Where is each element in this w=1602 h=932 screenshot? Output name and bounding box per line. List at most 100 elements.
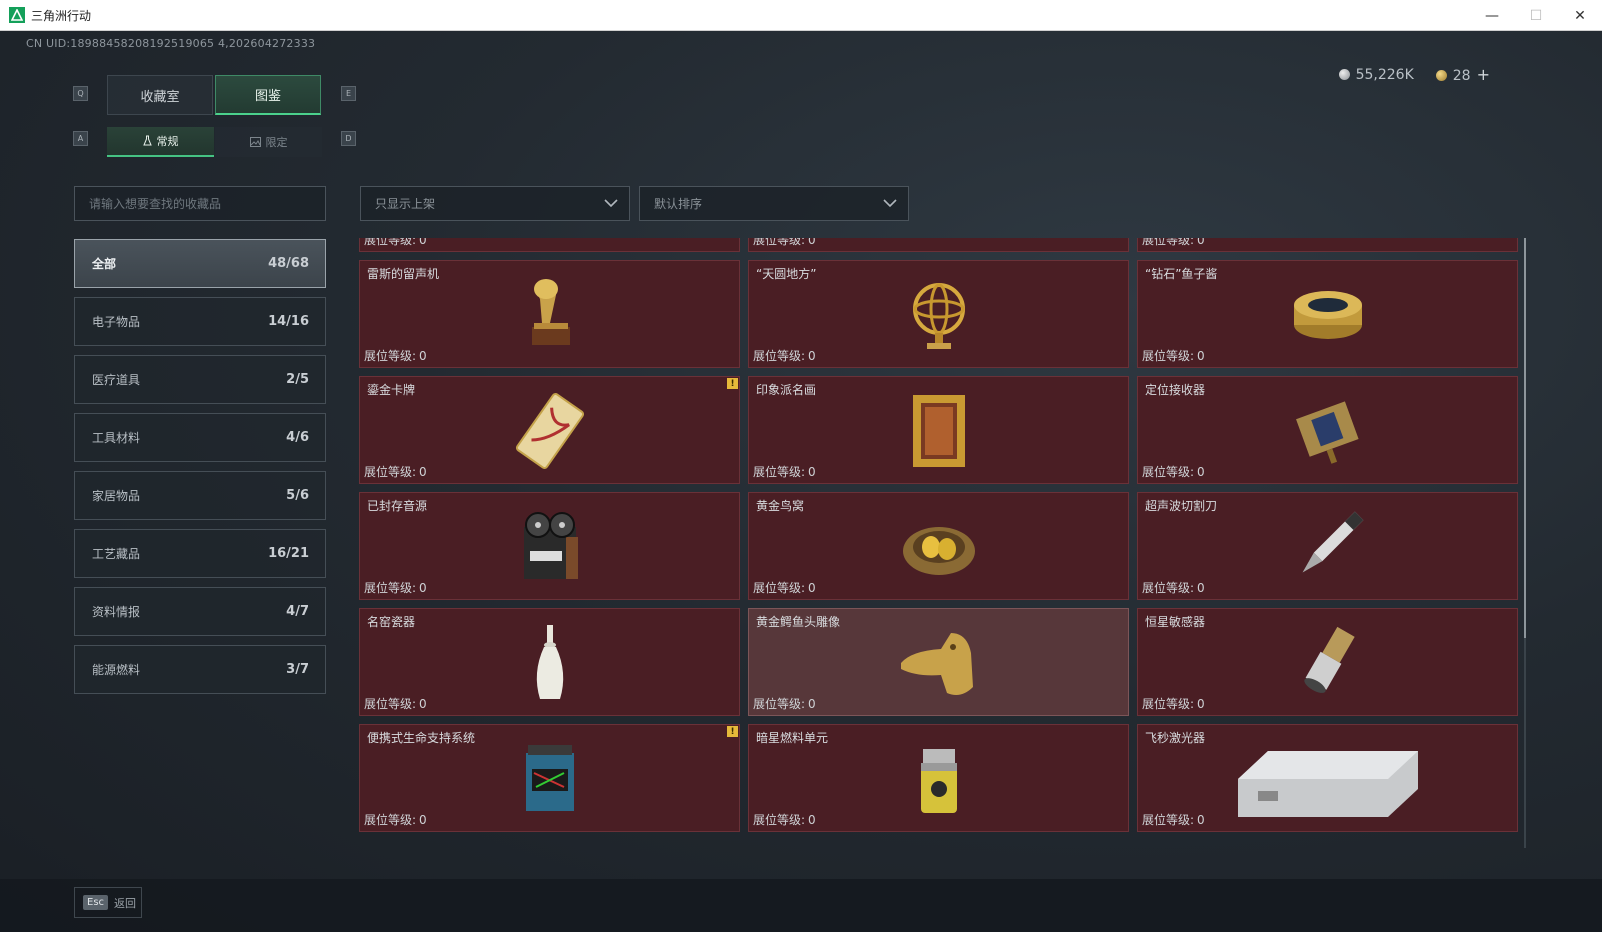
level-value: 0	[808, 581, 816, 595]
category-electronics[interactable]: 电子物品 14/16	[74, 297, 326, 346]
star-sensor-icon	[1280, 623, 1376, 703]
new-badge: !	[727, 378, 738, 389]
positioning-receiver-icon	[1280, 391, 1376, 471]
fuel-cell-canister-icon	[891, 739, 987, 819]
grid-scrollbar[interactable]	[1524, 238, 1526, 848]
add-currency-button[interactable]: +	[1477, 65, 1490, 84]
golden-crocodile-head-icon	[891, 623, 987, 703]
key-hint-q: Q	[73, 86, 88, 101]
item-level: 展位等级: 0	[1142, 238, 1205, 248]
window-title: 三角洲行动	[31, 8, 92, 23]
item-level: 展位等级: 0	[364, 347, 427, 364]
level-value: 0	[419, 465, 427, 479]
item-card-crocodile[interactable]: 黄金鳄鱼头雕像 展位等级: 0	[748, 608, 1129, 716]
level-label: 展位等级:	[753, 813, 806, 827]
sort-select[interactable]: 默认排序	[639, 186, 909, 221]
subtab-regular[interactable]: 常规	[107, 127, 214, 157]
close-button[interactable]: ✕	[1558, 0, 1602, 31]
category-medical[interactable]: 医疗道具 2/5	[74, 355, 326, 404]
item-level: 展位等级: 0	[364, 238, 427, 248]
category-intel[interactable]: 资料情报 4/7	[74, 587, 326, 636]
level-value: 0	[419, 238, 427, 247]
sort-value: 默认排序	[654, 197, 703, 211]
flask-icon	[142, 135, 152, 146]
back-button[interactable]: Esc 返回	[74, 887, 142, 918]
level-value: 0	[1197, 238, 1205, 247]
level-value: 0	[808, 349, 816, 363]
category-tools[interactable]: 工具材料 4/6	[74, 413, 326, 462]
category-fuel[interactable]: 能源燃料 3/7	[74, 645, 326, 694]
subtab-limited[interactable]: 限定	[215, 127, 322, 157]
level-value: 0	[808, 813, 816, 827]
level-label: 展位等级:	[753, 349, 806, 363]
item-name: 飞秒激光器	[1145, 731, 1206, 745]
tab-collection-room[interactable]: 收藏室	[107, 75, 213, 115]
level-value: 0	[419, 581, 427, 595]
bottom-bar: Esc 返回	[0, 879, 1602, 932]
scroll-thumb[interactable]	[1524, 238, 1526, 638]
item-name: 已封存音源	[367, 499, 428, 513]
item-level: 展位等级: 0	[1142, 579, 1205, 596]
level-label: 展位等级:	[753, 465, 806, 479]
level-label: 展位等级:	[1142, 697, 1195, 711]
item-level: 展位等级: 0	[753, 347, 816, 364]
item-card-life-support[interactable]: 便携式生命支持系统 ! 展位等级: 0	[359, 724, 740, 832]
item-card-porcelain[interactable]: 名窑瓷器 展位等级: 0	[359, 608, 740, 716]
silver-amount: 55,226K	[1355, 66, 1414, 83]
level-label: 展位等级:	[364, 238, 417, 247]
item-card-cutter[interactable]: 超声波切割刀 展位等级: 0	[1137, 492, 1518, 600]
item-card[interactable]: 展位等级: 0	[748, 238, 1129, 252]
gold-balance: 28 +	[1435, 65, 1490, 84]
item-card-star-sensor[interactable]: 恒星敏感器 展位等级: 0	[1137, 608, 1518, 716]
level-label: 展位等级:	[1142, 349, 1195, 363]
framed-painting-icon	[891, 391, 987, 471]
femtosecond-laser-icon	[1228, 739, 1428, 819]
item-level: 展位等级: 0	[753, 811, 816, 828]
caviar-tin-icon	[1280, 275, 1376, 355]
search-input[interactable]: 请输入想要查找的收藏品	[74, 186, 326, 221]
maximize-button[interactable]: ☐	[1514, 0, 1558, 31]
reel-tape-recorder-icon	[502, 507, 598, 587]
level-value: 0	[808, 238, 816, 247]
category-label: 医疗道具	[92, 373, 141, 387]
item-card-tape-recorder[interactable]: 已封存音源 展位等级: 0	[359, 492, 740, 600]
item-card-gilded-card[interactable]: 鎏金卡牌 ! 展位等级: 0	[359, 376, 740, 484]
item-card-caviar[interactable]: “钻石”鱼子酱 展位等级: 0	[1137, 260, 1518, 368]
item-level: 展位等级: 0	[364, 579, 427, 596]
level-label: 展位等级:	[753, 697, 806, 711]
item-card-armillary[interactable]: “天圆地方” 展位等级: 0	[748, 260, 1129, 368]
esc-key-hint: Esc	[83, 895, 109, 910]
item-card-painting[interactable]: 印象派名画 展位等级: 0	[748, 376, 1129, 484]
item-level: 展位等级: 0	[753, 695, 816, 712]
minimize-button[interactable]: —	[1470, 0, 1514, 31]
category-label: 工具材料	[92, 431, 141, 445]
item-card-nest[interactable]: 黄金鸟窝 展位等级: 0	[748, 492, 1129, 600]
level-value: 0	[419, 349, 427, 363]
category-count: 2/5	[286, 372, 309, 387]
level-value: 0	[808, 465, 816, 479]
item-name: 鎏金卡牌	[367, 383, 416, 397]
key-hint-a: A	[73, 131, 88, 146]
item-name: 名窑瓷器	[367, 615, 416, 629]
item-card-laser[interactable]: 飞秒激光器 展位等级: 0	[1137, 724, 1518, 832]
category-crafts[interactable]: 工艺藏品 16/21	[74, 529, 326, 578]
item-card-fuel-cell[interactable]: 暗星燃料单元 展位等级: 0	[748, 724, 1129, 832]
item-card[interactable]: 展位等级: 0	[1137, 238, 1518, 252]
item-card[interactable]: 展位等级: 0	[359, 238, 740, 252]
item-card-gramophone[interactable]: 雷斯的留声机 展位等级: 0	[359, 260, 740, 368]
item-name: 黄金鸟窝	[756, 499, 805, 513]
tab-codex[interactable]: 图鉴	[215, 75, 321, 115]
category-household[interactable]: 家居物品 5/6	[74, 471, 326, 520]
level-label: 展位等级:	[1142, 238, 1195, 247]
level-value: 0	[1197, 581, 1205, 595]
category-count: 16/21	[268, 546, 309, 561]
item-name: “天圆地方”	[756, 267, 817, 281]
category-all[interactable]: 全部 48/68	[74, 239, 326, 288]
item-card-receiver[interactable]: 定位接收器 展位等级: 0	[1137, 376, 1518, 484]
item-level: 展位等级: 0	[364, 463, 427, 480]
display-filter-select[interactable]: 只显示上架	[360, 186, 630, 221]
item-level: 展位等级: 0	[753, 579, 816, 596]
silver-balance: 55,226K	[1338, 66, 1414, 83]
level-value: 0	[1197, 697, 1205, 711]
level-label: 展位等级:	[1142, 465, 1195, 479]
